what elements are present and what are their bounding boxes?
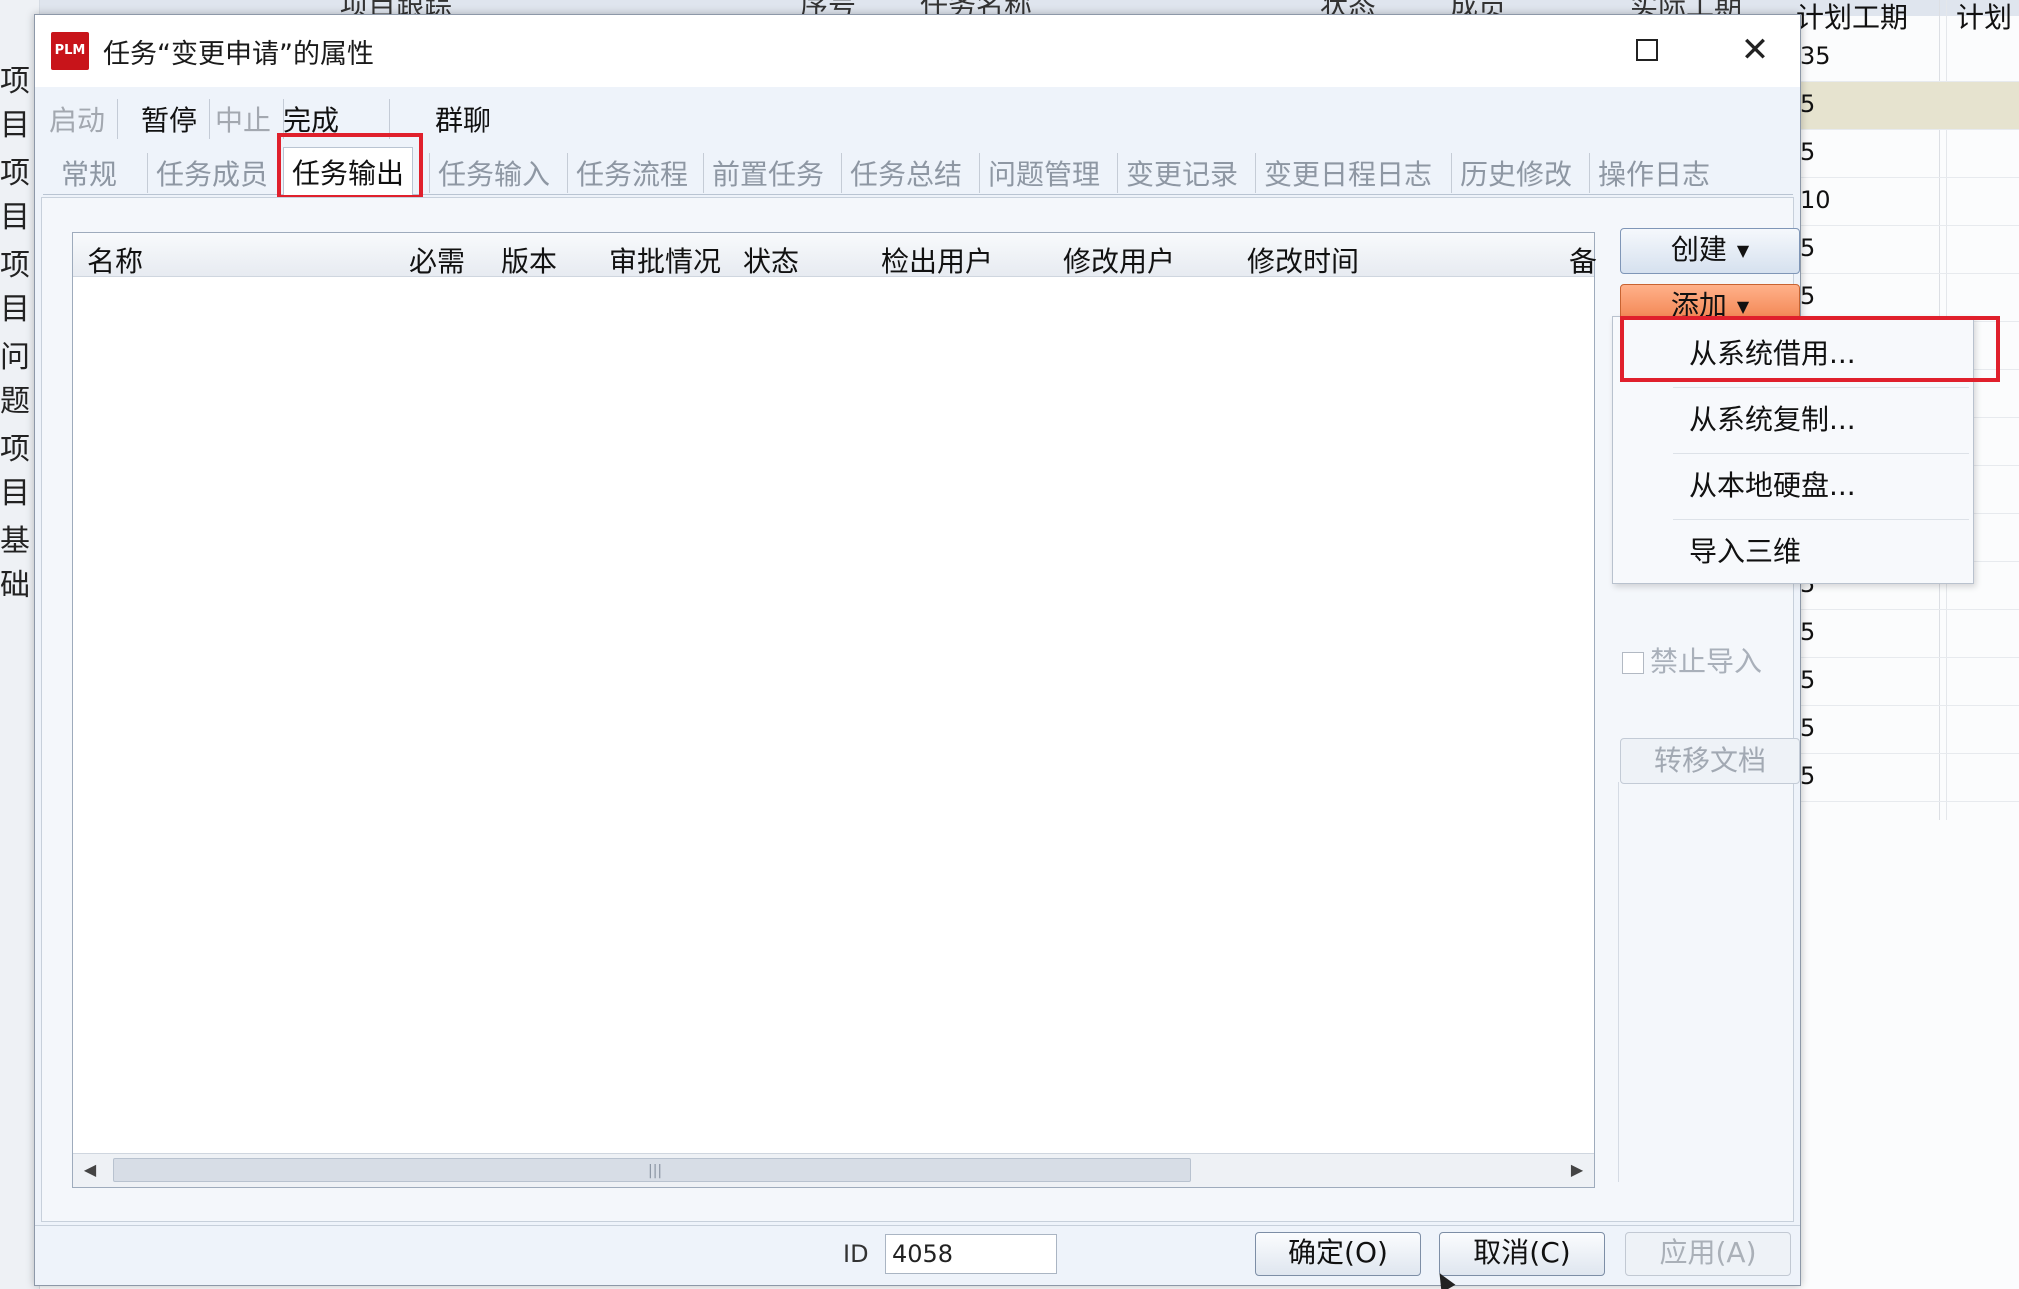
grid-row[interactable]: 5 — [1796, 130, 2019, 178]
plm-logo-icon: PLM — [51, 32, 89, 70]
side-divider — [1618, 782, 1619, 1182]
grid-cell: 5 — [1800, 138, 1816, 166]
grid-row[interactable]: 5 — [1796, 274, 2019, 322]
maximize-icon — [1636, 39, 1658, 61]
highlight-task-output-tab — [277, 133, 423, 199]
dialog-titlebar[interactable]: PLM 任务“变更申请”的属性 ✕ — [35, 15, 1800, 87]
grid-cell: 5 — [1800, 618, 1816, 646]
tab-task-input[interactable]: 任务输入 — [429, 153, 550, 193]
column-remarks[interactable]: 备 — [1569, 240, 1597, 280]
apply-button[interactable]: 应用(A) — [1625, 1232, 1791, 1276]
scrollbar-thumb[interactable]: ||| — [113, 1158, 1191, 1182]
group-chat-button[interactable]: 群聊 — [435, 99, 503, 139]
start-button[interactable]: 启动 — [49, 99, 119, 139]
scroll-right-icon[interactable]: ▶ — [1564, 1157, 1590, 1183]
pause-button[interactable]: 暂停 — [141, 99, 211, 139]
tab-operation-log[interactable]: 操作日志 — [1589, 153, 1710, 193]
grid-header: 计划工期 计划 — [1796, 0, 2019, 34]
abort-button[interactable]: 中止 — [215, 99, 285, 139]
grid-cell: 5 — [1800, 90, 1816, 118]
grid-row[interactable]: 10 — [1796, 178, 2019, 226]
grid-cell: 5 — [1800, 762, 1816, 790]
horizontal-scrollbar[interactable]: ◀ ||| ▶ — [73, 1153, 1594, 1187]
column-name[interactable]: 名称 — [87, 240, 143, 280]
grid-row[interactable]: 5 — [1796, 754, 2019, 802]
tab-change-schedule-log[interactable]: 变更日程日志 — [1255, 153, 1432, 193]
dialog-title: 任务“变更申请”的属性 — [103, 39, 374, 70]
column-approval[interactable]: 审批情况 — [609, 240, 721, 280]
list-header: 名称 必需 版本 审批情况 状态 检出用户 修改用户 修改时间 备 — [73, 233, 1597, 280]
disable-import-label: 禁止导入 — [1650, 645, 1763, 678]
grid-header-cell: 计划 — [1956, 1, 2013, 34]
tab-task-members[interactable]: 任务成员 — [147, 153, 268, 193]
grip-icon: ||| — [648, 1163, 663, 1179]
checkbox-icon — [1622, 652, 1644, 674]
grid-row[interactable]: 5 — [1796, 706, 2019, 754]
move-document-button[interactable]: 转移文档 — [1620, 738, 1800, 784]
column-version[interactable]: 版本 — [501, 240, 557, 280]
tab-general[interactable]: 常规 — [53, 153, 117, 193]
close-button[interactable]: ✕ — [1725, 25, 1785, 75]
column-checkout-user[interactable]: 检出用户 — [881, 240, 993, 280]
create-button[interactable]: 创建 ▼ — [1620, 228, 1800, 274]
maximize-button[interactable] — [1617, 25, 1677, 75]
column-status[interactable]: 状态 — [743, 240, 799, 280]
id-field[interactable]: 4058 — [885, 1234, 1057, 1274]
column-modify-user[interactable]: 修改用户 — [1063, 240, 1175, 280]
disable-import-checkbox[interactable]: 禁止导入 — [1622, 640, 1762, 680]
grid-cell: 5 — [1800, 282, 1816, 310]
grid-row[interactable]: 5 — [1796, 658, 2019, 706]
cancel-button[interactable]: 取消(C) — [1439, 1232, 1605, 1276]
chevron-down-icon: ▼ — [1736, 241, 1750, 260]
tab-change-record[interactable]: 变更记录 — [1117, 153, 1238, 193]
output-list[interactable]: 名称 必需 版本 审批情况 状态 检出用户 修改用户 修改时间 备 ◀ ||| … — [72, 232, 1597, 1188]
grid-row[interactable]: 5 — [1796, 610, 2019, 658]
column-modify-time[interactable]: 修改时间 — [1247, 240, 1359, 280]
task-properties-dialog: PLM 任务“变更申请”的属性 ✕ 启动 暂停 中止 完成 群聊 常规 任务成员… — [34, 14, 1801, 1286]
grid-row[interactable]: 5 — [1796, 226, 2019, 274]
scroll-left-icon[interactable]: ◀ — [77, 1157, 103, 1183]
dialog-footer: ID 4058 确定(O) 取消(C) 应用(A) — [35, 1225, 1800, 1285]
tab-task-flow[interactable]: 任务流程 — [567, 153, 688, 193]
task-output-panel: 名称 必需 版本 审批情况 状态 检出用户 修改用户 修改时间 备 ◀ ||| … — [41, 197, 1800, 1222]
create-label: 创建 — [1670, 233, 1727, 266]
grid-cell: 10 — [1800, 186, 1831, 214]
menu-item-import-3d[interactable]: 导入三维 — [1613, 519, 1973, 585]
grid-row[interactable]: 35 — [1796, 34, 2019, 82]
highlight-borrow-menu-item — [1620, 316, 2000, 382]
grid-row[interactable]: 5 — [1796, 82, 2019, 130]
id-label: ID — [843, 1240, 869, 1268]
menu-item-copy-from-system[interactable]: 从系统复制... — [1613, 387, 1973, 453]
grid-cell: 5 — [1800, 234, 1816, 262]
menu-item-from-local-disk[interactable]: 从本地硬盘... — [1613, 453, 1973, 519]
grid-cell: 5 — [1800, 666, 1816, 694]
tab-history[interactable]: 历史修改 — [1451, 153, 1572, 193]
ok-button[interactable]: 确定(O) — [1255, 1232, 1421, 1276]
grid-header-cell: 计划工期 — [1796, 1, 1909, 34]
column-required[interactable]: 必需 — [409, 240, 465, 280]
tab-issue-management[interactable]: 问题管理 — [979, 153, 1100, 193]
tab-task-summary[interactable]: 任务总结 — [841, 153, 962, 193]
grid-cell: 5 — [1800, 714, 1816, 742]
tab-predecessor[interactable]: 前置任务 — [703, 153, 824, 193]
grid-cell: 35 — [1800, 42, 1831, 70]
close-icon: ✕ — [1740, 30, 1770, 70]
